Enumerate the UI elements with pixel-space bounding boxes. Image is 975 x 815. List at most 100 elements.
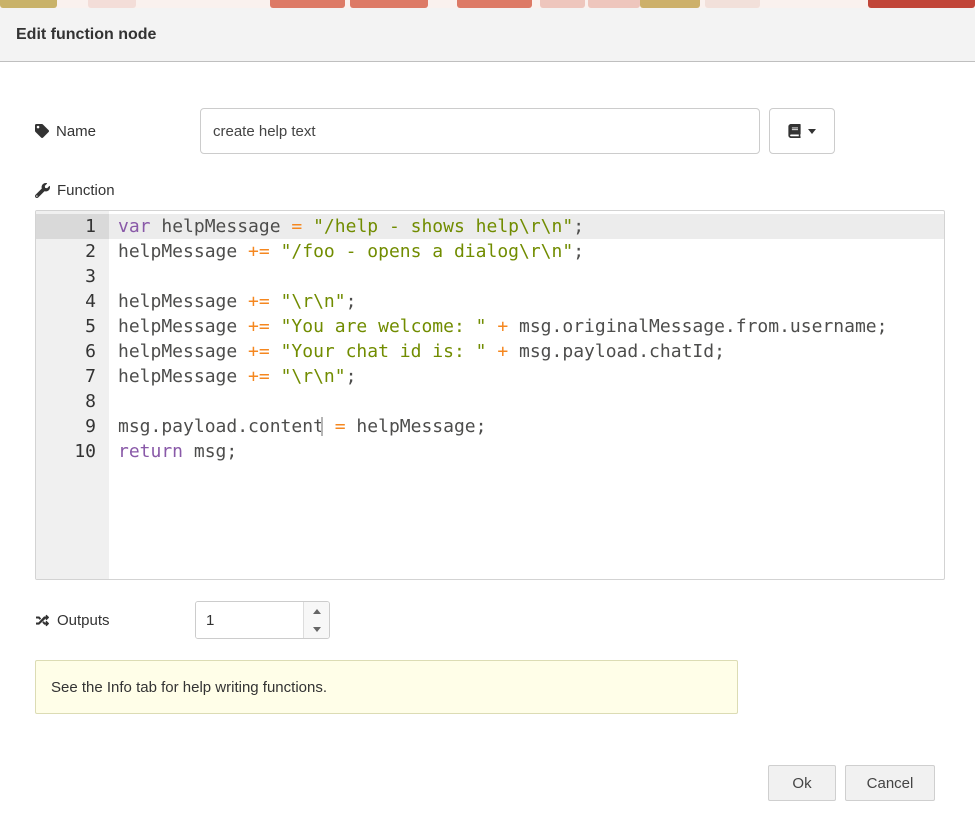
line-number: 10 <box>36 439 109 464</box>
name-label: Name <box>35 123 200 140</box>
line-number: 8 <box>36 389 109 414</box>
book-icon <box>788 124 801 138</box>
code-line[interactable]: var helpMessage = "/help - shows help\r\… <box>109 214 944 239</box>
dialog-footer: Ok Cancel <box>768 765 935 801</box>
dialog-body: Name Function 12345678910 var helpMessag… <box>0 108 975 714</box>
line-number: 9 <box>36 414 109 439</box>
code-token-plain: msg.payload.content <box>118 416 335 437</box>
code-line[interactable]: helpMessage += "\r\n"; <box>109 364 944 389</box>
code-token-plain: ; <box>573 216 584 237</box>
code-token-operator: = <box>335 416 346 437</box>
code-token-plain: ; <box>346 291 357 312</box>
name-label-text: Name <box>56 123 96 140</box>
node-fragment <box>270 0 345 8</box>
code-line[interactable]: msg.payload.content = helpMessage; <box>109 414 944 439</box>
line-number: 5 <box>36 314 109 339</box>
node-fragment <box>540 0 585 8</box>
line-number: 3 <box>36 264 109 289</box>
code-line[interactable] <box>109 389 944 414</box>
edit-function-node-dialog: Edit function node Name Function 1234567… <box>0 8 975 714</box>
code-token-plain <box>302 216 313 237</box>
workspace-background <box>0 0 975 8</box>
caret-down-icon <box>808 129 816 134</box>
dialog-header: Edit function node <box>0 8 975 62</box>
code-editor[interactable]: 12345678910 var helpMessage = "/help - s… <box>35 210 945 580</box>
code-token-plain <box>486 341 497 362</box>
function-label: Function <box>57 182 115 199</box>
code-line[interactable]: helpMessage += "You are welcome: " + msg… <box>109 314 944 339</box>
code-area[interactable]: var helpMessage = "/help - shows help\r\… <box>109 211 944 579</box>
code-token-string: "/help - shows help\r\n" <box>313 216 573 237</box>
caret-up-icon <box>313 609 321 614</box>
name-field-row: Name <box>35 108 945 154</box>
code-token-plain: helpMessage <box>118 241 248 262</box>
code-gutter: 12345678910 <box>36 211 109 579</box>
code-token-plain: msg; <box>183 441 237 462</box>
code-token-string: "\r\n" <box>281 291 346 312</box>
code-token-operator: += <box>248 241 270 262</box>
code-token-keyword: return <box>118 441 183 462</box>
line-number: 7 <box>36 364 109 389</box>
code-token-plain: helpMessage <box>118 341 248 362</box>
node-fragment <box>640 0 700 8</box>
library-button[interactable] <box>769 108 835 154</box>
code-line[interactable] <box>109 264 944 289</box>
code-line[interactable]: helpMessage += "/foo - opens a dialog\r\… <box>109 239 944 264</box>
code-token-operator: + <box>497 341 508 362</box>
tag-icon <box>35 124 49 138</box>
outputs-input[interactable] <box>196 602 303 638</box>
code-line[interactable]: helpMessage += "Your chat id is: " + msg… <box>109 339 944 364</box>
code-token-plain: msg.payload.chatId; <box>508 341 725 362</box>
line-number: 6 <box>36 339 109 364</box>
code-token-plain: helpMessage <box>151 216 292 237</box>
text-cursor <box>321 417 323 436</box>
node-fragment <box>0 0 57 8</box>
node-fragment <box>350 0 428 8</box>
code-token-string: "\r\n" <box>281 366 346 387</box>
cancel-button[interactable]: Cancel <box>845 765 935 801</box>
code-token-plain <box>270 316 281 337</box>
code-token-plain <box>270 241 281 262</box>
code-token-operator: += <box>248 366 270 387</box>
code-token-plain <box>270 341 281 362</box>
caret-down-icon <box>313 627 321 632</box>
shuffle-icon <box>35 614 50 627</box>
ok-button[interactable]: Ok <box>768 765 836 801</box>
code-token-plain <box>270 291 281 312</box>
code-token-plain <box>486 316 497 337</box>
wrench-icon <box>35 183 50 198</box>
code-token-operator: += <box>248 316 270 337</box>
outputs-label: Outputs <box>35 612 195 629</box>
node-fragment <box>868 0 975 8</box>
node-fragment <box>588 0 640 8</box>
code-token-plain: ; <box>573 241 584 262</box>
spinner-down-button[interactable] <box>304 620 329 638</box>
spinner-up-button[interactable] <box>304 602 329 620</box>
line-number: 2 <box>36 239 109 264</box>
code-token-string: "/foo - opens a dialog\r\n" <box>281 241 574 262</box>
line-number: 4 <box>36 289 109 314</box>
outputs-label-text: Outputs <box>57 612 110 629</box>
code-token-string: "Your chat id is: " <box>281 341 487 362</box>
code-token-operator: = <box>291 216 302 237</box>
node-fragment <box>88 0 136 8</box>
line-number: 1 <box>36 214 109 239</box>
info-tip-text: See the Info tab for help writing functi… <box>51 679 327 696</box>
code-token-operator: + <box>497 316 508 337</box>
name-input[interactable] <box>200 108 760 154</box>
outputs-field-row: Outputs <box>35 601 945 639</box>
code-token-plain: helpMessage <box>118 316 248 337</box>
code-token-plain <box>270 366 281 387</box>
node-fragment <box>457 0 532 8</box>
code-token-keyword: var <box>118 216 151 237</box>
code-line[interactable]: return msg; <box>109 439 944 464</box>
dialog-title: Edit function node <box>16 26 156 44</box>
code-token-plain: ; <box>346 366 357 387</box>
code-line[interactable]: helpMessage += "\r\n"; <box>109 289 944 314</box>
code-token-plain: helpMessage <box>118 366 248 387</box>
info-tip: See the Info tab for help writing functi… <box>35 660 738 714</box>
code-token-plain: helpMessage; <box>346 416 487 437</box>
code-token-string: "You are welcome: " <box>281 316 487 337</box>
code-token-operator: += <box>248 341 270 362</box>
spinner-buttons <box>303 602 329 638</box>
